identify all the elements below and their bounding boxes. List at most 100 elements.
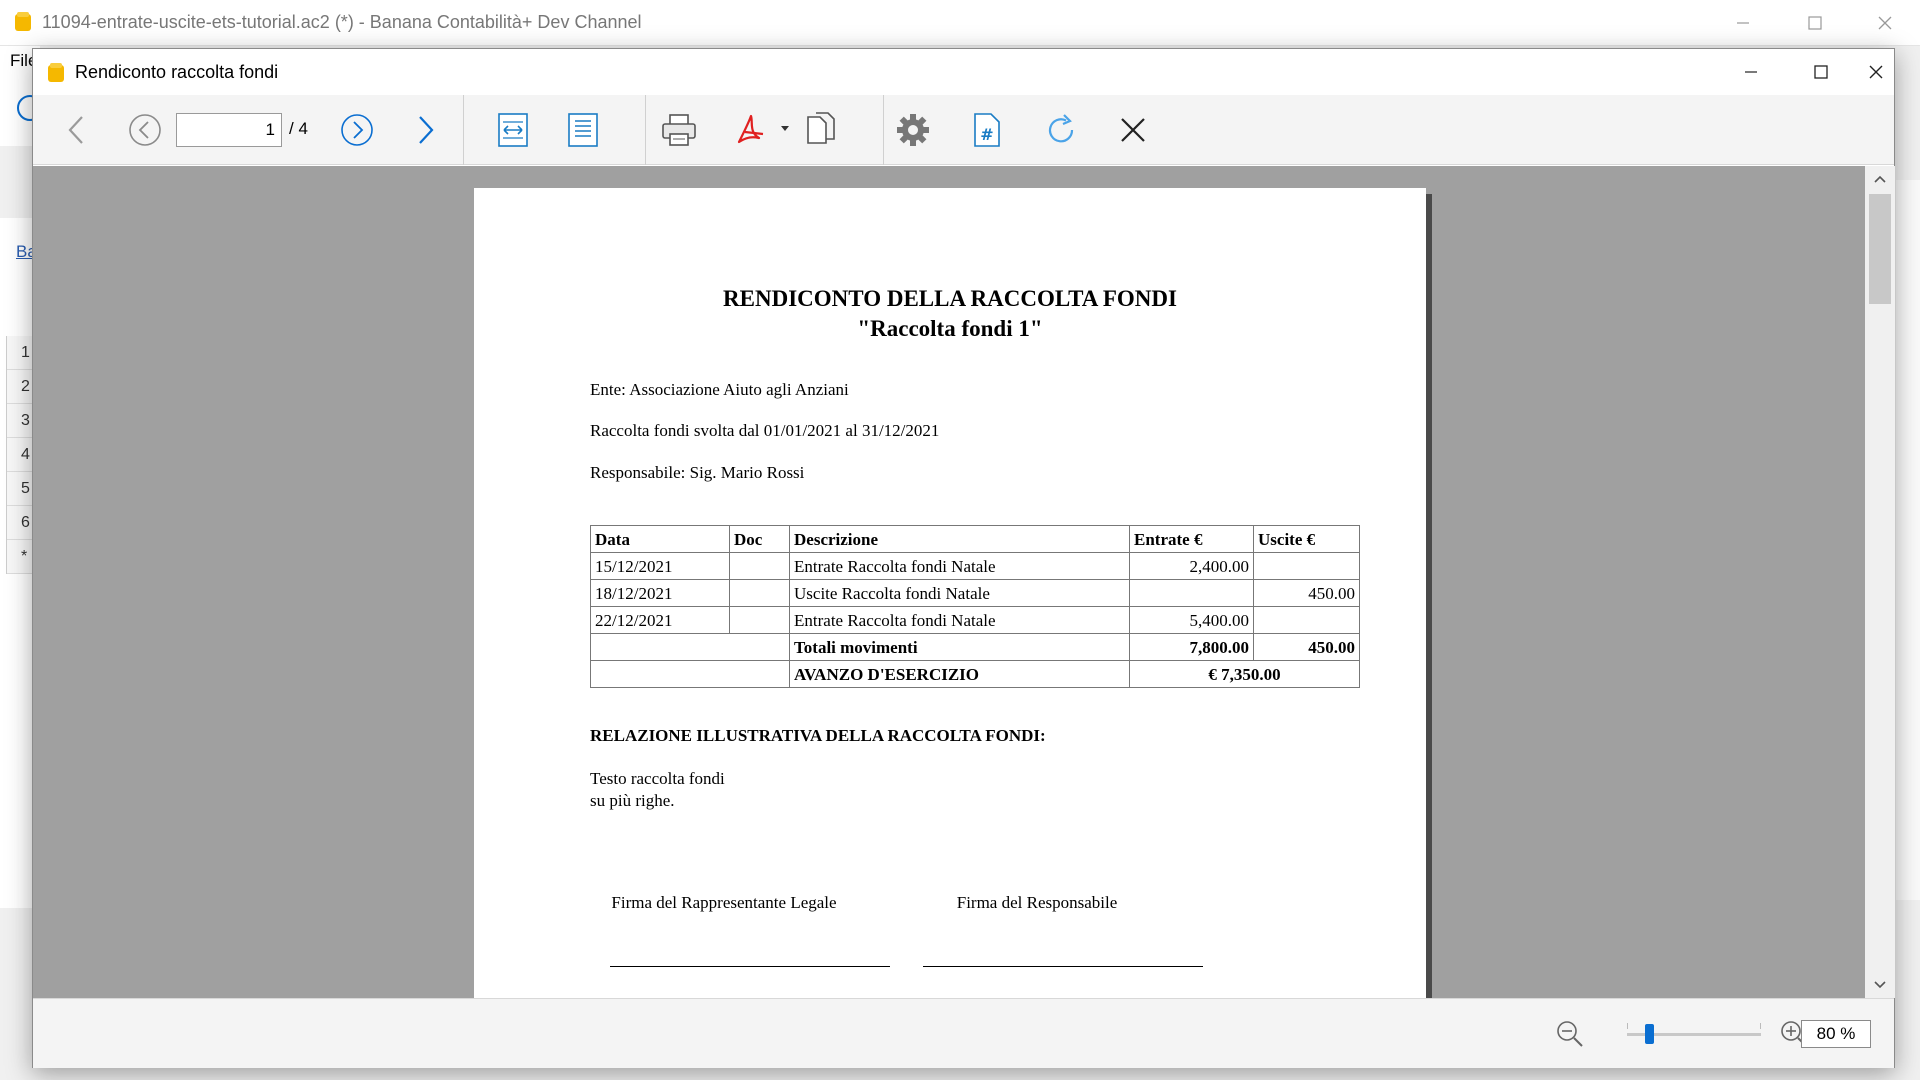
row-number[interactable]: * — [7, 540, 32, 574]
cell-doc — [729, 606, 790, 634]
scrollbar-thumb[interactable] — [1869, 194, 1891, 304]
fit-width-button[interactable] — [489, 107, 537, 153]
cell-entrate — [1129, 579, 1254, 607]
totals-empty-cell — [590, 633, 790, 661]
totals-uscite: 450.00 — [1253, 633, 1360, 661]
avanzo-row: AVANZO D'ESERCIZIO € 7,350.00 — [590, 660, 1360, 688]
print-button[interactable] — [655, 107, 703, 153]
preview-statusbar: 80 % — [33, 998, 1894, 1068]
report-line: su più righe. — [590, 791, 675, 810]
page-total-label: / 4 — [289, 119, 308, 138]
banana-app-icon — [15, 12, 31, 31]
next-page-icon — [341, 114, 373, 146]
zoom-tick — [1760, 1023, 1761, 1029]
row-number[interactable]: 5 — [7, 472, 32, 506]
totals-entrate: 7,800.00 — [1129, 633, 1254, 661]
totals-row: Totali movimenti 7,800.00 450.00 — [590, 633, 1360, 661]
pdf-icon — [737, 114, 789, 144]
main-right-strip — [1896, 180, 1920, 900]
cell-descrizione: Entrate Raccolta fondi Natale — [789, 552, 1130, 580]
cell-uscite — [1253, 606, 1360, 634]
close-icon — [1878, 16, 1892, 30]
preview-toolbar: 1 / 4 # — [33, 95, 1894, 165]
signature-left-line — [610, 966, 890, 967]
toolbar-separator — [883, 95, 884, 165]
copy-button[interactable] — [797, 107, 845, 153]
chevron-down-icon — [1874, 981, 1886, 989]
previous-page-icon — [129, 114, 161, 146]
close-icon — [1121, 118, 1145, 142]
row-number[interactable]: 2 — [7, 370, 32, 404]
close-icon — [1869, 65, 1883, 79]
toolbar-separator — [463, 95, 464, 165]
back-arrow-icon — [68, 116, 83, 144]
zoom-tick — [1627, 1023, 1628, 1029]
table-header: Descrizione — [789, 525, 1130, 553]
main-minimize-button[interactable] — [1710, 0, 1776, 46]
close-preview-button[interactable] — [1109, 107, 1157, 153]
zoom-out-icon — [1557, 1021, 1583, 1047]
table-header-row: Data Doc Descrizione Entrate € Uscite € — [590, 525, 1360, 553]
avanzo-empty-cell — [590, 660, 790, 688]
previous-page-button[interactable] — [121, 107, 169, 153]
document-title: RENDICONTO DELLA RACCOLTA FONDI "Raccolt… — [474, 284, 1426, 344]
dialog-maximize-button[interactable] — [1787, 49, 1855, 95]
first-page-button[interactable] — [53, 107, 101, 153]
print-preview-dialog: Rendiconto raccolta fondi 1 / 4 # RENDIC… — [32, 48, 1895, 1068]
last-page-button[interactable] — [401, 107, 449, 153]
document-title-line1: RENDICONTO DELLA RACCOLTA FONDI — [723, 286, 1177, 311]
settings-icon — [897, 114, 929, 146]
table-row: 18/12/2021 Uscite Raccolta fondi Natale … — [590, 579, 1360, 607]
maximize-icon — [1808, 16, 1822, 30]
main-window-title: 11094-entrate-uscite-ets-tutorial.ac2 (*… — [42, 12, 642, 32]
maximize-icon — [1814, 65, 1828, 79]
report-line: Testo raccolta fondi — [590, 769, 725, 788]
next-page-button[interactable] — [333, 107, 381, 153]
copy-icon — [807, 112, 835, 144]
settings-button[interactable] — [889, 107, 937, 153]
main-maximize-button[interactable] — [1782, 0, 1848, 46]
fit-page-icon — [568, 113, 598, 147]
svg-text:#: # — [980, 125, 993, 144]
report-section-title: RELAZIONE ILLUSTRATIVA DELLA RACCOLTA FO… — [590, 726, 1046, 745]
export-pdf-button[interactable] — [729, 107, 797, 153]
scroll-down-button[interactable] — [1865, 972, 1895, 998]
refresh-icon — [1048, 114, 1074, 143]
dialog-title: Rendiconto raccolta fondi — [75, 62, 279, 82]
preview-canvas[interactable]: RENDICONTO DELLA RACCOLTA FONDI "Raccolt… — [33, 166, 1865, 998]
vertical-scrollbar[interactable] — [1865, 166, 1895, 998]
responsabile-text: Responsabile: Sig. Mario Rossi — [590, 463, 805, 482]
row-number[interactable]: 1 — [7, 336, 32, 370]
page-number-input[interactable]: 1 — [176, 113, 282, 147]
zoom-slider-thumb[interactable] — [1645, 1024, 1654, 1044]
forward-arrow-icon — [419, 116, 434, 144]
banana-app-icon — [48, 63, 64, 82]
document-title-line2: "Raccolta fondi 1" — [857, 316, 1043, 341]
row-number[interactable]: 4 — [7, 438, 32, 472]
zoom-out-button[interactable] — [1555, 1019, 1585, 1049]
table-row: 22/12/2021 Entrate Raccolta fondi Natale… — [590, 606, 1360, 634]
scroll-up-button[interactable] — [1865, 166, 1895, 192]
cell-descrizione: Entrate Raccolta fondi Natale — [789, 606, 1130, 634]
cell-uscite: 450.00 — [1253, 579, 1360, 607]
page-number-button[interactable]: # — [963, 107, 1011, 153]
toolbar-separator — [645, 95, 646, 165]
table-header: Doc — [729, 525, 790, 553]
report-text: Testo raccolta fondi su più righe. — [590, 768, 725, 812]
fit-page-button[interactable] — [559, 107, 607, 153]
cell-data: 15/12/2021 — [590, 552, 730, 580]
zoom-value-field[interactable]: 80 % — [1801, 1020, 1871, 1048]
refresh-button[interactable] — [1037, 107, 1085, 153]
ente-text: Ente: Associazione Aiuto agli Anziani — [590, 380, 849, 399]
row-number[interactable]: 3 — [7, 404, 32, 438]
main-close-button[interactable] — [1852, 0, 1918, 46]
row-number[interactable]: 6 — [7, 506, 32, 540]
cell-data: 22/12/2021 — [590, 606, 730, 634]
table-header: Data — [590, 525, 730, 553]
periodo-text: Raccolta fondi svolta dal 01/01/2021 al … — [590, 421, 940, 440]
dialog-minimize-button[interactable] — [1717, 49, 1785, 95]
dialog-close-button[interactable] — [1857, 49, 1895, 95]
minimize-icon — [1745, 71, 1757, 73]
avanzo-label: AVANZO D'ESERCIZIO — [789, 660, 1130, 688]
cell-doc — [729, 579, 790, 607]
